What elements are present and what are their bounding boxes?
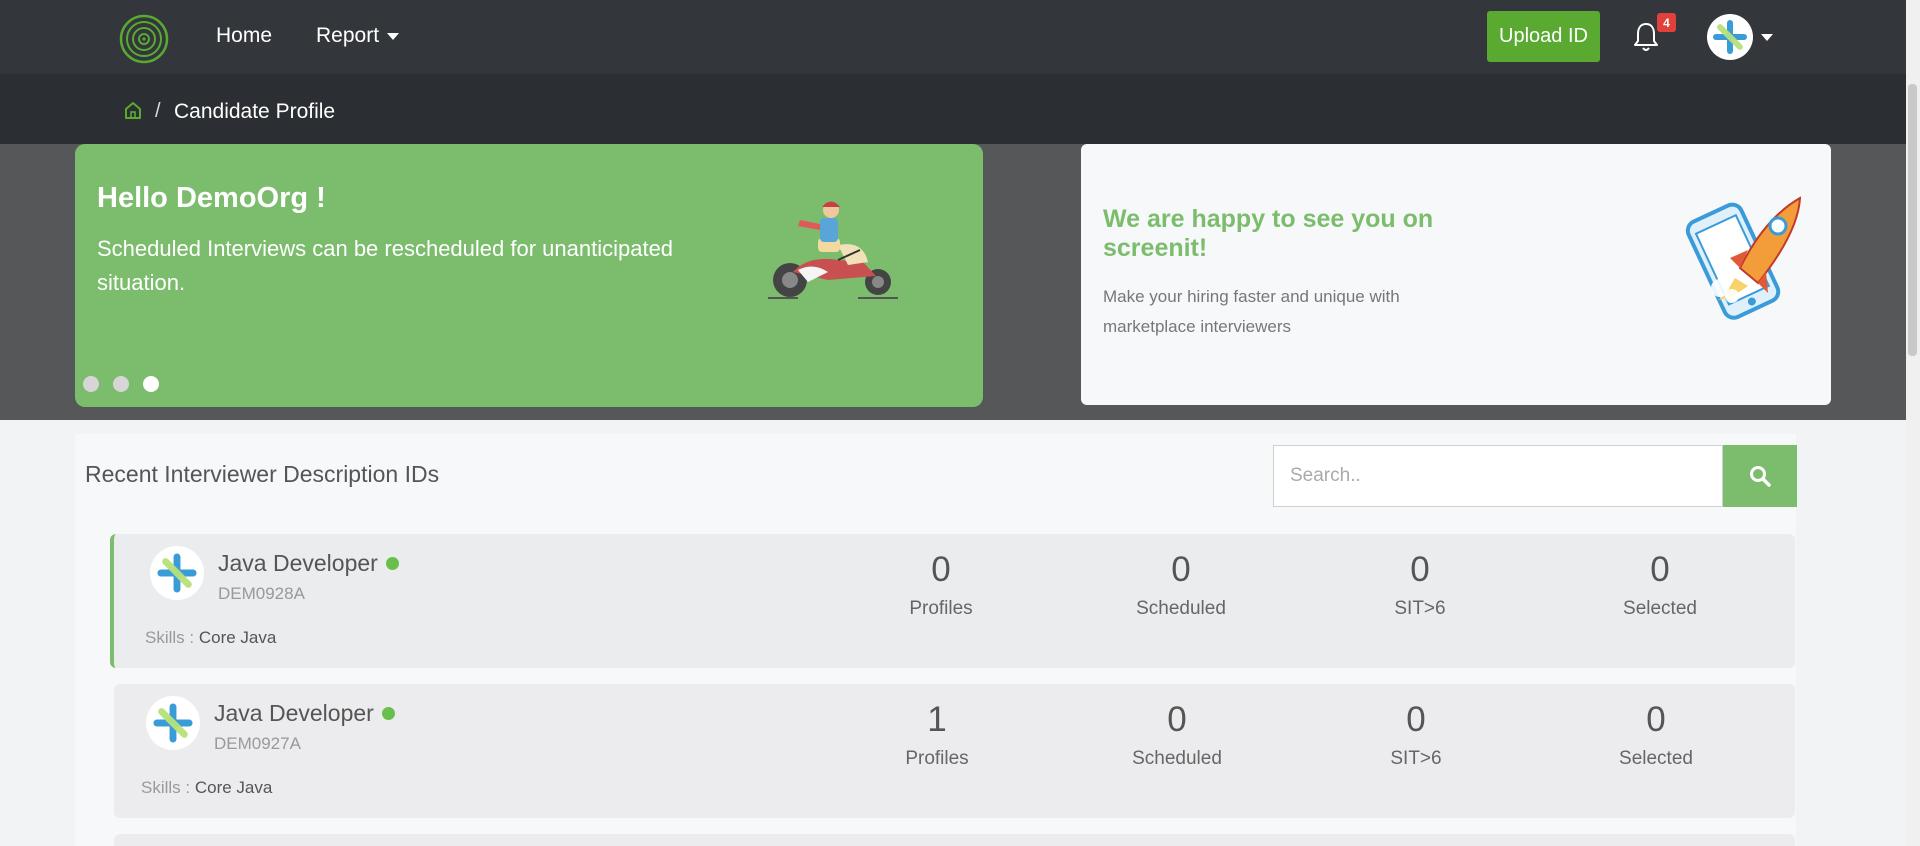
org-logo — [146, 696, 200, 750]
banner-text: Scheduled Interviews can be rescheduled … — [97, 236, 674, 295]
stat-sit[interactable]: 0 SIT>6 — [1350, 550, 1490, 620]
stat-selected[interactable]: 0 Selected — [1586, 700, 1726, 770]
stat-label: SIT>6 — [1394, 598, 1446, 619]
nav-report-label: Report — [316, 24, 380, 47]
carousel-dot-2[interactable] — [113, 376, 129, 392]
stat-value: 1 — [927, 700, 947, 739]
stat-label: Selected — [1623, 598, 1697, 619]
skills-value: Core Java — [194, 778, 273, 797]
job-card[interactable] — [114, 834, 1795, 846]
stat-label: SIT>6 — [1390, 748, 1442, 769]
notification-badge: 4 — [1657, 13, 1676, 32]
job-title: Java Developer — [218, 550, 399, 577]
chevron-down-icon — [1761, 33, 1773, 41]
stat-value: 0 — [1406, 700, 1426, 739]
status-dot-icon — [385, 557, 399, 570]
stat-value: 0 — [1410, 550, 1430, 589]
status-dot-icon — [381, 707, 395, 720]
upload-id-button[interactable]: Upload ID — [1487, 11, 1600, 62]
skills-label: Skills : — [141, 778, 195, 797]
org-logo-icon — [157, 553, 197, 593]
org-logo-icon — [153, 703, 193, 743]
job-card[interactable]: Java Developer DEM0928A Skills : Core Ja… — [110, 534, 1795, 668]
job-code: DEM0927A — [214, 734, 301, 753]
stat-profiles[interactable]: 1 Profiles — [867, 700, 1007, 770]
skills-value: Core Java — [198, 628, 277, 647]
nav-home-link[interactable]: Home — [216, 24, 272, 48]
search-input[interactable] — [1273, 445, 1723, 507]
job-title: Java Developer — [214, 700, 395, 727]
stat-value: 0 — [1167, 700, 1187, 739]
job-title-text: Java Developer — [218, 550, 378, 576]
user-menu[interactable] — [1707, 14, 1773, 60]
stat-value: 0 — [1646, 700, 1666, 739]
section-title: Recent Interviewer Description IDs — [85, 461, 440, 487]
org-logo — [150, 546, 204, 600]
stat-selected[interactable]: 0 Selected — [1590, 550, 1730, 620]
chevron-down-icon — [387, 32, 400, 40]
carousel-indicators — [83, 376, 159, 392]
welcome-text: Make your hiring faster and unique with … — [1103, 287, 1400, 336]
job-card[interactable]: Java Developer DEM0927A Skills : Core Ja… — [114, 684, 1795, 818]
stat-label: Profiles — [909, 598, 973, 619]
search-icon — [1750, 466, 1771, 487]
stat-profiles[interactable]: 0 Profiles — [871, 550, 1011, 620]
skills-label: Skills : — [145, 628, 199, 647]
stat-label: Scheduled — [1136, 598, 1226, 619]
stat-value: 0 — [1650, 550, 1670, 589]
stat-label: Profiles — [905, 748, 969, 769]
app-logo-icon[interactable] — [119, 14, 169, 64]
nav-report-dropdown[interactable]: Report — [316, 24, 400, 48]
scooter-illustration-icon — [768, 201, 898, 299]
breadcrumb-separator: / — [155, 100, 161, 122]
job-title-text: Java Developer — [214, 700, 374, 726]
job-code: DEM0928A — [218, 584, 305, 603]
scrollbar-thumb[interactable] — [1908, 84, 1917, 356]
stat-scheduled[interactable]: 0 Scheduled — [1107, 700, 1247, 770]
stat-label: Selected — [1619, 748, 1693, 769]
stat-sit[interactable]: 0 SIT>6 — [1346, 700, 1486, 770]
search-button[interactable] — [1723, 445, 1797, 507]
home-icon[interactable] — [123, 100, 143, 120]
stat-value: 0 — [931, 550, 951, 589]
stat-value: 0 — [1171, 550, 1191, 589]
carousel-dot-3[interactable] — [143, 376, 159, 392]
stat-label: Scheduled — [1132, 748, 1222, 769]
banner-title: Hello DemoOrg ! — [97, 182, 326, 214]
stat-scheduled[interactable]: 0 Scheduled — [1111, 550, 1251, 620]
job-skills: Skills : Core Java — [145, 628, 276, 648]
carousel-dot-1[interactable] — [83, 376, 99, 392]
avatar — [1707, 14, 1753, 60]
welcome-title: We are happy to see you on screenit! — [1103, 205, 1434, 262]
job-skills: Skills : Core Java — [141, 778, 272, 798]
breadcrumb-current: Candidate Profile — [174, 100, 336, 123]
org-logo-icon — [1713, 20, 1747, 54]
rocket-phone-illustration-icon — [1685, 196, 1802, 320]
